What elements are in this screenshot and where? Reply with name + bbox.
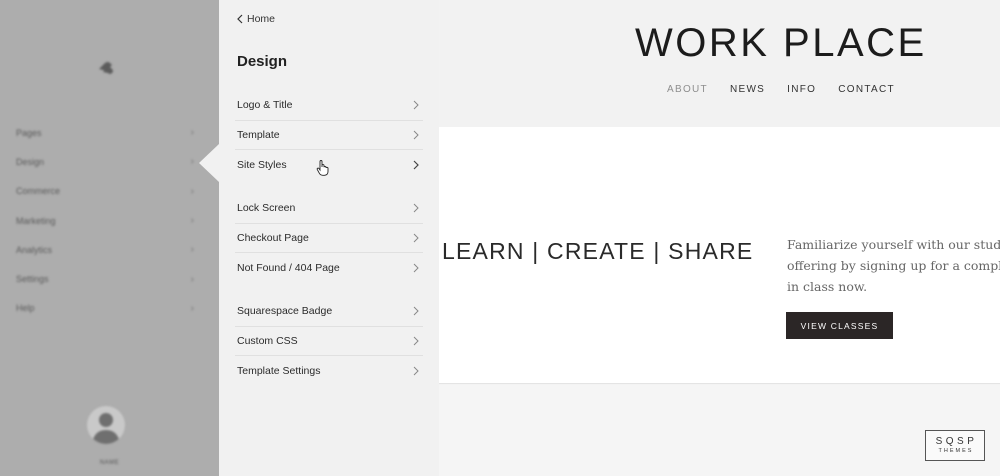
site-nav-news[interactable]: NEWS	[730, 84, 765, 95]
site-preview: WORK PLACE ABOUT NEWS INFO CONTACT LEARN…	[439, 0, 1000, 476]
sidebar-item-label: Settings	[16, 274, 49, 285]
menu-item-lock-screen[interactable]: Lock Screen	[235, 194, 423, 224]
back-label: Home	[247, 13, 276, 25]
chevron-right-icon: ›	[190, 156, 194, 168]
chevron-right-icon	[413, 306, 419, 316]
sidebar-nav-list: Pages › Design › Commerce › Marketing › Anal…	[16, 118, 196, 323]
chevron-right-icon: ›	[190, 185, 194, 197]
lower-section	[439, 385, 1000, 476]
menu-item-custom-css[interactable]: Custom CSS	[235, 327, 423, 356]
chevron-right-icon	[413, 130, 419, 140]
menu-item-label: Not Found / 404 Page	[237, 261, 340, 274]
menu-item-label: Site Styles	[237, 158, 287, 171]
watermark-top: SQSP	[935, 436, 978, 447]
sidebar-item-commerce[interactable]: Commerce ›	[16, 177, 196, 206]
sidebar-item-design[interactable]: Design ›	[16, 147, 196, 176]
sidebar-item-marketing[interactable]: Marketing ›	[16, 206, 196, 235]
design-menu-group-3: Squarespace Badge Custom CSS Template Se…	[235, 297, 423, 386]
menu-item-label: Logo & Title	[237, 99, 293, 112]
sidebar-item-label: Pages	[16, 127, 42, 138]
back-home-link[interactable]: Home	[237, 13, 275, 25]
chevron-right-icon	[413, 336, 419, 346]
site-header: WORK PLACE ABOUT NEWS INFO CONTACT	[439, 0, 1000, 127]
chevron-right-icon	[413, 203, 419, 213]
chevron-right-icon	[413, 100, 419, 110]
chevron-right-icon	[413, 233, 419, 243]
sidebar-item-pages[interactable]: Pages ›	[16, 118, 196, 147]
sidebar-item-settings[interactable]: Settings ›	[16, 264, 196, 293]
site-nav-contact[interactable]: CONTACT	[838, 84, 895, 95]
user-silhouette-icon	[92, 413, 120, 444]
chevron-right-icon: ›	[190, 273, 194, 285]
design-menu-group-2: Lock Screen Checkout Page Not Found / 40…	[235, 194, 423, 283]
sidebar-blur-layer: Pages › Design › Commerce › Marketing › Anal…	[0, 0, 219, 476]
sidebar-item-label: Marketing	[16, 215, 56, 226]
menu-item-label: Template Settings	[237, 364, 321, 377]
avatar[interactable]	[87, 406, 125, 444]
intro-line: offering by signing up for a compl	[787, 258, 1000, 273]
menu-item-label: Squarespace Badge	[237, 305, 333, 318]
site-nav: ABOUT NEWS INFO CONTACT	[667, 84, 895, 95]
chevron-right-icon	[413, 263, 419, 273]
active-item-pointer	[199, 144, 219, 182]
menu-item-not-found-page[interactable]: Not Found / 404 Page	[235, 253, 423, 283]
menu-item-template[interactable]: Template	[235, 121, 423, 150]
sidebar-item-analytics[interactable]: Analytics ›	[16, 235, 196, 264]
sidebar-item-label: Commerce	[16, 186, 61, 197]
sidebar-item-label: Help	[16, 303, 35, 314]
sidebar-item-help[interactable]: Help ›	[16, 294, 196, 323]
menu-item-label: Checkout Page	[237, 231, 309, 244]
sqsp-themes-watermark: SQSP THEMES	[925, 430, 985, 461]
menu-item-template-settings[interactable]: Template Settings	[235, 356, 423, 386]
menu-item-label: Custom CSS	[237, 334, 298, 347]
hero-banner: LEARN | CREATE | SHARE Familiarize yours…	[439, 127, 1000, 384]
menu-item-label: Lock Screen	[237, 202, 296, 215]
intro-line: Familiarize yourself with our stud	[787, 237, 1000, 252]
site-nav-info[interactable]: INFO	[787, 84, 816, 95]
hand-pointer-icon	[316, 160, 329, 176]
chevron-right-icon: ›	[190, 244, 194, 256]
site-title[interactable]: WORK PLACE	[635, 21, 924, 66]
chevron-right-icon: ›	[190, 127, 194, 139]
chevron-right-icon: ›	[190, 215, 194, 227]
watermark-bottom: THEMES	[938, 448, 974, 454]
intro-line: in class now.	[787, 279, 868, 294]
chevron-left-icon	[237, 14, 243, 24]
squarespace-logo-icon[interactable]	[96, 60, 116, 76]
site-nav-about[interactable]: ABOUT	[667, 84, 708, 95]
chevron-right-icon	[413, 366, 419, 376]
menu-item-logo-title[interactable]: Logo & Title	[235, 91, 423, 121]
chevron-right-icon: ›	[190, 302, 194, 314]
view-classes-button[interactable]: VIEW CLASSES	[786, 312, 893, 339]
menu-item-squarespace-badge[interactable]: Squarespace Badge	[235, 297, 423, 327]
panel-title: Design	[237, 53, 288, 70]
menu-item-label: Template	[237, 128, 280, 141]
hero-tagline: LEARN | CREATE | SHARE	[442, 238, 754, 264]
sidebar-item-label: Analytics	[16, 244, 53, 255]
design-panel: Home Design Logo & Title Template Site S…	[219, 0, 439, 476]
hero-intro-text: Familiarize yourself with our stud offer…	[787, 234, 1000, 297]
chevron-right-icon	[413, 160, 419, 170]
sidebar-item-label: Design	[16, 156, 45, 167]
user-name: NAME	[99, 460, 120, 466]
main-sidebar: Pages › Design › Commerce › Marketing › Anal…	[0, 0, 219, 476]
menu-item-checkout-page[interactable]: Checkout Page	[235, 224, 423, 253]
